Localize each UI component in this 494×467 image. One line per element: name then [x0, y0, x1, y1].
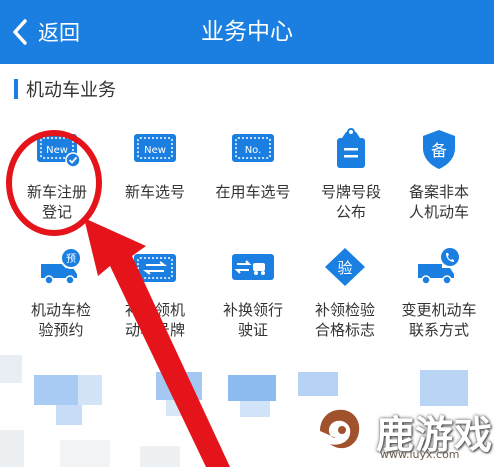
item-label: 变更机动车: [401, 301, 477, 319]
section-header: 机动车业务: [14, 76, 116, 102]
item-label: 合格标志: [314, 321, 375, 339]
section-accent-bar: [14, 79, 18, 99]
grid-item-new-plate-select[interactable]: New 新车选号: [106, 126, 204, 202]
new-plate-icon: New: [134, 134, 176, 162]
blur-block: [56, 405, 82, 425]
blur-block: [298, 372, 338, 396]
grid-item-non-owner-record[interactable]: 备 备案非本人机动车: [390, 126, 488, 222]
watermark-url: www.luyx.com: [380, 448, 460, 461]
swap-license-icon: [232, 254, 274, 280]
grid-item-used-plate-select[interactable]: No. 在用车选号: [204, 126, 302, 202]
item-label: 公布: [335, 203, 366, 221]
grid-item-inspection-mark[interactable]: 验 补领检验合格标志: [296, 244, 394, 340]
shield-icon: 备: [423, 130, 455, 169]
blur-block: [156, 372, 202, 400]
truck-phone-icon: [418, 246, 461, 285]
highlight-circle: [6, 130, 102, 236]
svg-text:预: 预: [66, 253, 76, 265]
deer-logo-icon: [313, 403, 369, 459]
item-label: 号牌号段: [320, 183, 381, 201]
tag-icon: [337, 128, 365, 168]
blur-block: [60, 440, 110, 467]
blur-block: [240, 401, 270, 417]
blur-block: [78, 375, 102, 405]
item-label: 驶证: [237, 321, 268, 339]
plate-number-icon: No.: [232, 134, 274, 162]
section-title: 机动车业务: [26, 80, 116, 101]
grid-item-change-contact[interactable]: 变更机动车 联系方式: [390, 244, 488, 340]
item-label: 动车号牌: [124, 321, 185, 339]
svg-text:No.: No.: [245, 145, 262, 156]
item-label: 备案非本: [408, 183, 469, 201]
item-label: 新车选号: [124, 183, 185, 201]
truck-booking-icon: 预: [41, 247, 82, 285]
inspection-mark-icon: 验: [325, 248, 365, 286]
blur-block: [166, 400, 194, 416]
blur-block: [34, 375, 78, 405]
item-label: 联系方式: [408, 321, 469, 339]
item-label: 补换领行: [222, 301, 283, 319]
grid-item-plate-range[interactable]: 号牌号段 公布: [302, 126, 400, 222]
item-label: 补换领机: [124, 301, 185, 319]
svg-text:验: 验: [337, 259, 352, 277]
svg-text:备: 备: [431, 141, 447, 160]
item-label: 验预约: [38, 321, 84, 339]
item-label: 机动车检: [30, 301, 91, 319]
grid-item-replace-license[interactable]: 补换领行 驶证: [204, 244, 302, 340]
blur-block: [140, 446, 180, 467]
page-title: 业务中心: [201, 19, 293, 45]
grid-item-inspection-booking[interactable]: 预 机动车检验预约: [12, 244, 110, 340]
blur-block: [228, 375, 276, 401]
swap-plate-icon: [134, 254, 176, 282]
item-label: 人机动车: [408, 203, 469, 221]
nav-bar: 返回 业务中心: [0, 0, 494, 64]
blur-block: [0, 355, 22, 383]
blur-block: [0, 430, 24, 467]
grid-item-replace-plate[interactable]: 补换领机 动车号牌: [106, 244, 204, 340]
item-label: 补领检验: [314, 301, 375, 319]
item-label: 在用车选号: [215, 183, 291, 201]
svg-text:New: New: [144, 145, 166, 156]
